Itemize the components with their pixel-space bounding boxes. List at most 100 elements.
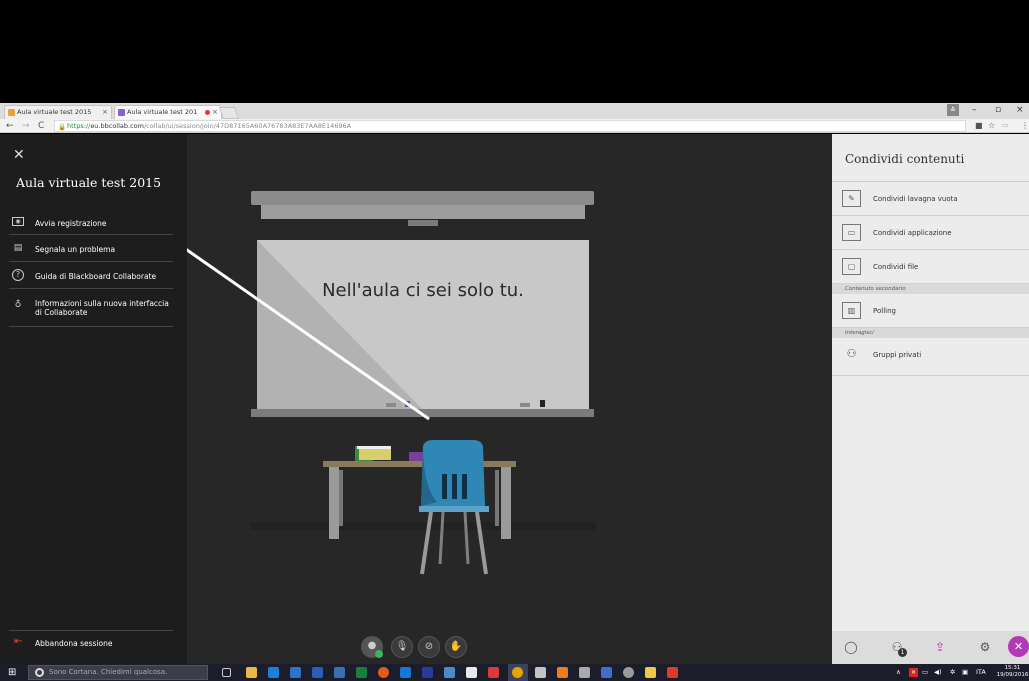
minimize-icon[interactable]: – (972, 103, 977, 117)
browser-menu-icon[interactable]: ⋮ (1021, 120, 1029, 132)
attendee-count-badge: 1 (898, 648, 907, 657)
forward-icon[interactable]: → (22, 120, 30, 132)
share-content-icon[interactable]: ⇪ (930, 637, 950, 657)
hand-icon: ✋ (449, 641, 463, 652)
new-interface-info-item[interactable]: ♁ Informazioni sulla nuova interfaccia d… (9, 290, 173, 327)
url-path: /collab/ui/session/join/47D87165A60A7678… (143, 122, 352, 130)
file-explorer-icon[interactable] (246, 667, 257, 678)
share-content-panel: Condividi contenuti ✎ Condividi lavagna … (832, 134, 1029, 664)
app-icon[interactable] (422, 667, 433, 678)
menu-item-label: Avvia registrazione (35, 219, 107, 228)
close-menu-icon[interactable]: ✕ (13, 147, 25, 163)
keyboard-icon[interactable]: ▣ (962, 664, 968, 681)
chat-icon[interactable]: ◯ (841, 637, 861, 657)
chrome-icon[interactable] (512, 667, 523, 678)
app-icon[interactable] (623, 667, 634, 678)
excel-icon[interactable] (356, 667, 367, 678)
search-placeholder: Sono Cortana. Chiedimi qualcosa. (49, 668, 168, 676)
reload-icon[interactable]: C (38, 120, 44, 132)
leave-session-item[interactable]: ⇤ Abbandona sessione (9, 630, 173, 655)
exit-door-icon: ⇤ (14, 636, 23, 647)
edge-browser-icon[interactable] (268, 667, 279, 678)
store-icon[interactable] (290, 667, 301, 678)
acrobat-icon[interactable] (488, 667, 499, 678)
main-stage: Nell'aula ci sei solo tu. ● 🎙 ⊘ ✋ (187, 134, 832, 664)
app-icon[interactable] (645, 667, 656, 678)
acrobat-reader-icon[interactable] (667, 667, 678, 678)
lightbulb-icon: ♁ (14, 300, 22, 310)
task-view-icon[interactable] (222, 668, 231, 677)
maximize-icon[interactable]: ▫ (995, 103, 1001, 117)
language-indicator[interactable]: ITA (976, 664, 986, 681)
url-input[interactable]: 🔒 https://eu.bbcollab.com/collab/ui/sess… (54, 120, 966, 132)
tray-app-icon[interactable]: ✕ (909, 668, 918, 677)
settings-gear-icon[interactable]: ⚙ (975, 637, 995, 657)
polling-item[interactable]: ▥ Polling (832, 294, 1029, 328)
polling-icon: ▥ (842, 302, 861, 319)
share-item-label: Condividi file (873, 263, 919, 271)
cortana-search-box[interactable]: Sono Cortana. Chiedimi qualcosa. (28, 665, 208, 680)
network-icon[interactable]: ▭ (922, 664, 928, 681)
tray-app-icon[interactable]: ✲ (950, 664, 955, 681)
empty-room-message: Nell'aula ci sei solo tu. (322, 280, 524, 301)
app-icon[interactable] (466, 667, 477, 678)
system-clock[interactable]: 15:31 19/09/2016 (996, 665, 1029, 679)
breakout-groups-item[interactable]: ⚇ Gruppi privati (832, 338, 1029, 376)
file-icon: ▢ (842, 258, 861, 275)
microphone-icon: 🎙 (395, 641, 409, 652)
lock-icon: 🔒 (58, 123, 67, 131)
close-tab-icon[interactable]: × (102, 106, 108, 118)
browser-tab-1[interactable]: Aula virtuale test 2015 × (4, 105, 112, 119)
app-icon[interactable] (601, 667, 612, 678)
camera-off-icon: ⊘ (424, 641, 434, 652)
share-item-label: Polling (873, 307, 896, 315)
start-recording-item[interactable]: ◉ Avvia registrazione (9, 213, 173, 235)
screenshot: Aula virtuale test 2015 × Aula virtuale … (0, 0, 1029, 681)
clock-time: 15:31 (1004, 665, 1021, 671)
extension-icon[interactable]: ⇨ (1002, 120, 1009, 132)
back-icon[interactable]: ← (6, 120, 14, 132)
close-window-icon[interactable]: × (1016, 103, 1024, 117)
app-icon[interactable] (579, 667, 590, 678)
url-host: eu.bbcollab.com (90, 122, 144, 130)
tab-title: Aula virtuale test 201 (127, 108, 198, 116)
bookmark-star-icon[interactable]: ☆ (988, 120, 995, 132)
share-file-item[interactable]: ▢ Condividi file (832, 250, 1029, 284)
section-interact: Interagisci (832, 328, 1029, 338)
classroom-illustration (187, 191, 596, 575)
breakout-groups-icon: ⚇ (846, 347, 857, 360)
user-profile-icon[interactable]: ≛ (947, 104, 959, 116)
windows-start-icon[interactable]: ⊞ (8, 667, 16, 678)
app-icon[interactable] (400, 667, 411, 678)
collaborate-panel-tabs: ◯ ⚇ 1 ⇪ ⚙ ✕ (832, 631, 1029, 664)
browser-tab-2[interactable]: Aula virtuale test 201 × (114, 105, 222, 119)
app-icon[interactable] (334, 667, 345, 678)
help-item[interactable]: ? Guida di Blackboard Collaborate (9, 263, 173, 289)
session-menu-panel: ✕ Aula virtuale test 2015 ◉ Avvia regist… (0, 134, 187, 664)
share-blank-whiteboard-item[interactable]: ✎ Condividi lavagna vuota (832, 182, 1029, 216)
section-secondary-content: Contenuto secondario (832, 284, 1029, 294)
app-icon[interactable] (535, 667, 546, 678)
close-panel-button[interactable]: ✕ (1008, 636, 1029, 657)
share-item-label: Condividi lavagna vuota (873, 195, 958, 203)
report-problem-item[interactable]: ▤ Segnala un problema (9, 236, 173, 262)
word-icon[interactable] (312, 667, 323, 678)
windows-taskbar: ⊞ Sono Cortana. Chiedimi qualcosa. ∧ ✕ ▭ (0, 664, 1029, 681)
person-icon: ● (367, 640, 377, 651)
app-icon[interactable] (444, 667, 455, 678)
tray-chevron-icon[interactable]: ∧ (896, 664, 901, 681)
recording-dot-icon (205, 110, 210, 115)
microphone-button[interactable]: 🎙 (391, 636, 413, 658)
record-icon: ◉ (12, 217, 24, 226)
app-icon[interactable] (557, 667, 568, 678)
new-tab-button[interactable] (218, 107, 240, 119)
camera-button[interactable]: ⊘ (418, 636, 440, 658)
raise-hand-button[interactable]: ✋ (445, 636, 467, 658)
address-bar-row: ← → C 🔒 https://eu.bbcollab.com/collab/u… (0, 119, 1029, 133)
camera-icon[interactable]: ■ (975, 120, 983, 132)
volume-icon[interactable]: ◀) (934, 664, 942, 681)
application-icon: ▭ (842, 224, 861, 241)
share-application-item[interactable]: ▭ Condividi applicazione (832, 216, 1029, 250)
firefox-icon[interactable] (378, 667, 389, 678)
close-tab-icon[interactable]: × (212, 106, 218, 118)
